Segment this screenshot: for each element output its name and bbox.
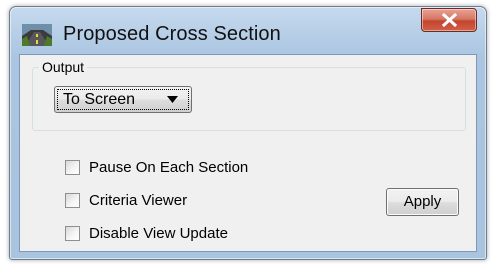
output-groupbox: Output To Screen	[32, 59, 466, 131]
title-bar[interactable]: Proposed Cross Section	[10, 7, 486, 53]
road-section-icon	[22, 24, 52, 46]
apply-button[interactable]: Apply	[386, 188, 459, 216]
output-group-label: Output	[39, 59, 88, 75]
close-icon	[442, 13, 457, 27]
criteria-viewer-label: Criteria Viewer	[89, 192, 188, 209]
dialog-window: Proposed Cross Section Output To Screen …	[9, 6, 487, 260]
window-title: Proposed Cross Section	[63, 23, 281, 45]
dialog-body: Output To Screen Pause On Each Section C…	[19, 54, 477, 252]
disable-view-update-label: Disable View Update	[89, 225, 228, 242]
chevron-down-icon	[167, 96, 178, 103]
close-button[interactable]	[421, 8, 477, 32]
pause-on-each-section-label: Pause On Each Section	[89, 159, 249, 176]
output-dropdown[interactable]: To Screen	[54, 86, 192, 113]
criteria-viewer-checkbox[interactable]	[65, 193, 80, 208]
output-dropdown-value: To Screen	[63, 91, 136, 108]
disable-view-update-checkbox[interactable]	[65, 226, 80, 241]
pause-on-each-section-checkbox[interactable]	[65, 160, 80, 175]
